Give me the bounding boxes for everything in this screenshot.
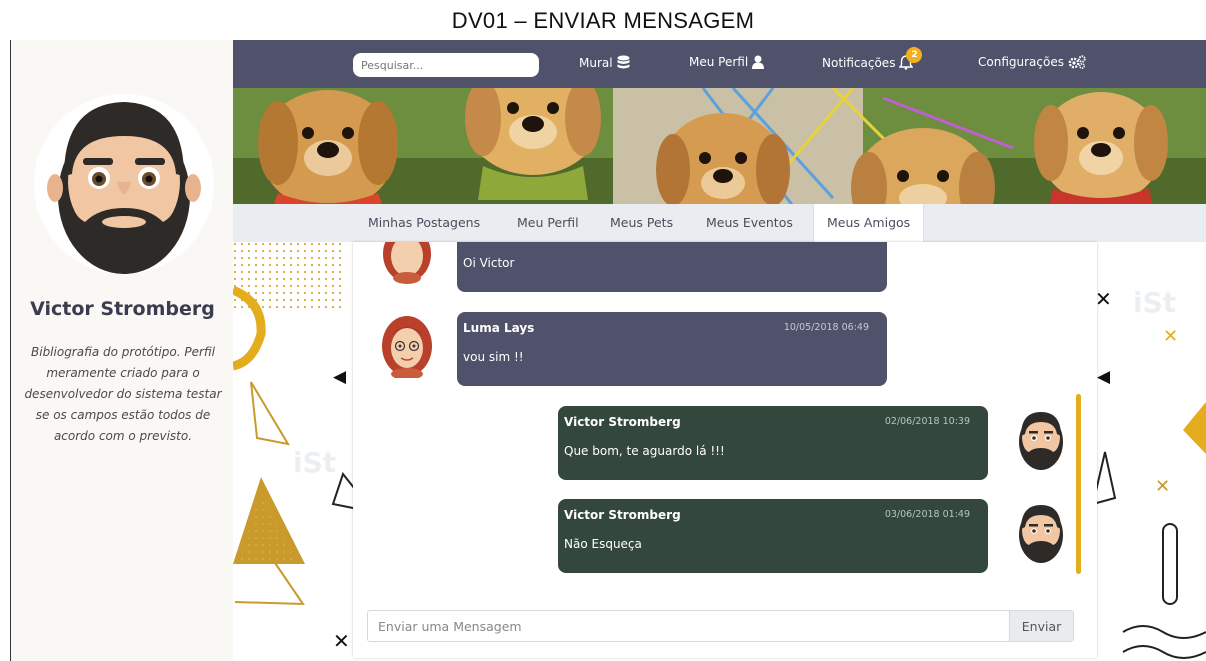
profile-panel: Victor Stromberg Bibliografia do protóti… — [10, 40, 233, 661]
svg-text:✕: ✕ — [333, 629, 350, 653]
nav-meu-perfil-label: Meu Perfil — [689, 55, 749, 69]
svg-text:◀: ◀ — [333, 367, 347, 387]
top-navbar: Mural Meu Perfil Notificações — [233, 40, 1206, 88]
nav-notificacoes[interactable]: Notificações 2 — [822, 47, 923, 70]
bell-icon: 2 — [899, 47, 923, 70]
message-time: 02/06/2018 10:39 — [884, 416, 970, 427]
svg-text:iSt: iSt — [1133, 286, 1176, 319]
notification-badge: 2 — [906, 47, 923, 63]
nav-meu-perfil[interactable]: Meu Perfil — [689, 55, 765, 69]
nav-mural-label: Mural — [579, 55, 613, 70]
svg-text:◀: ◀ — [1097, 367, 1111, 387]
tab-meu-perfil[interactable]: Meu Perfil — [517, 204, 579, 242]
chat-scrollbar[interactable] — [1076, 394, 1081, 574]
profile-name: Victor Stromberg — [30, 298, 215, 320]
tab-meus-pets[interactable]: Meus Pets — [610, 204, 673, 242]
message-bubble: Victor Stromberg 03/06/2018 01:49 Não Es… — [558, 499, 988, 573]
profile-bio: Bibliografia do protótipo. Perfil merame… — [24, 345, 222, 443]
gears-icon — [1068, 55, 1086, 69]
database-icon — [617, 55, 630, 69]
search-input[interactable] — [353, 53, 539, 77]
message-input[interactable] — [368, 611, 1010, 641]
message-text: Oi Victor — [463, 256, 515, 270]
message-time: 03/06/2018 01:49 — [884, 509, 970, 520]
tab-meus-eventos[interactable]: Meus Eventos — [706, 204, 793, 242]
message-bubble: Luma Lays 10/05/2018 06:49 vou sim !! — [457, 312, 887, 386]
luma-avatar — [382, 316, 432, 378]
nav-notificacoes-label: Notificações — [822, 55, 896, 70]
cover-photo — [233, 88, 1206, 206]
chat-window: Oi Victor Luma Lays 10/05/2018 06:49 vou… — [353, 242, 1097, 658]
nav-configuracoes-label: Configurações — [978, 55, 1064, 69]
message-bubble: Victor Stromberg 02/06/2018 10:39 Que bo… — [558, 406, 988, 480]
tab-minhas-postagens[interactable]: Minhas Postagens — [368, 204, 480, 242]
svg-text:✕: ✕ — [1163, 326, 1178, 347]
svg-text:iSt: iSt — [293, 446, 336, 479]
app-frame: Victor Stromberg Bibliografia do protóti… — [10, 40, 1206, 661]
message-text: Não Esqueça — [564, 537, 642, 551]
svg-text:✕: ✕ — [1155, 476, 1170, 497]
message-text: vou sim !! — [463, 350, 524, 364]
svg-text:✕: ✕ — [1095, 287, 1112, 311]
victor-avatar — [1019, 505, 1063, 563]
nav-configuracoes[interactable]: Configurações — [978, 55, 1086, 69]
luma-avatar — [383, 242, 431, 284]
message-sender: Victor Stromberg — [564, 508, 681, 522]
document-title: DV01 – ENVIAR MENSAGEM — [451, 8, 755, 33]
message-time: 10/05/2018 06:49 — [783, 322, 869, 333]
message-sender: Luma Lays — [463, 321, 535, 335]
profile-tabs: Minhas Postagens Meu Perfil Meus Pets Me… — [233, 204, 1206, 242]
tab-meus-amigos[interactable]: Meus Amigos — [813, 204, 925, 242]
main-column: Mural Meu Perfil Notificações — [233, 40, 1206, 661]
profile-avatar — [34, 94, 214, 274]
message-text: Que bom, te aguardo lá !!! — [564, 444, 725, 458]
message-bubble: Oi Victor — [457, 242, 887, 292]
user-icon — [752, 55, 765, 69]
nav-mural[interactable]: Mural — [579, 55, 630, 70]
send-button[interactable]: Enviar — [1009, 611, 1073, 641]
message-sender: Victor Stromberg — [564, 415, 681, 429]
victor-avatar — [1019, 412, 1063, 470]
message-composer: Enviar — [367, 610, 1074, 642]
